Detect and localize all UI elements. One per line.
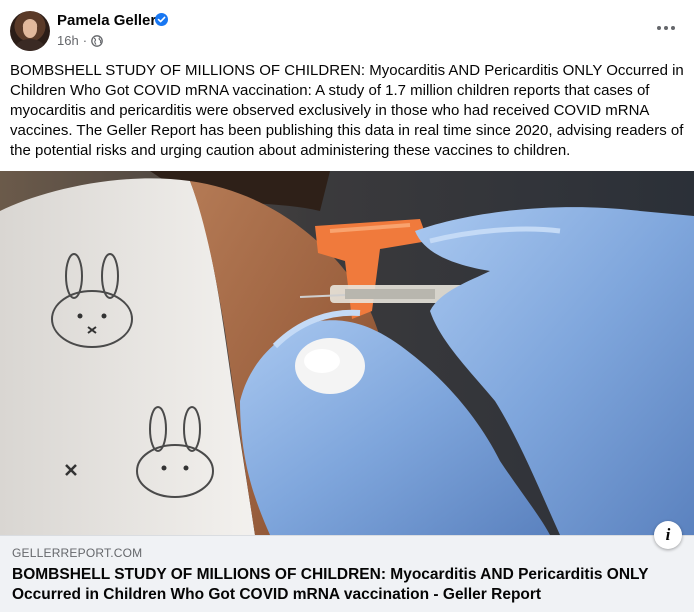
- author-name[interactable]: Pamela Geller: [57, 12, 156, 29]
- meta-separator: ·: [82, 33, 88, 48]
- avatar[interactable]: [10, 11, 50, 51]
- avatar-face: [23, 20, 37, 38]
- link-title[interactable]: BOMBSHELL STUDY OF MILLIONS OF CHILDREN:…: [12, 565, 682, 605]
- avatar-body: [16, 39, 44, 51]
- verified-badge-icon: [155, 13, 168, 26]
- link-domain: GELLERREPORT.COM: [12, 546, 143, 560]
- info-icon[interactable]: i: [654, 521, 682, 549]
- post-meta: 16h ·: [57, 33, 103, 48]
- post-text: BOMBSHELL STUDY OF MILLIONS OF CHILDREN:…: [10, 62, 684, 159]
- post-header: Pamela Geller 16h ·: [0, 0, 694, 56]
- link-preview[interactable]: GELLERREPORT.COM BOMBSHELL STUDY OF MILL…: [0, 535, 694, 612]
- post-image[interactable]: [0, 171, 694, 535]
- globe-icon[interactable]: [91, 34, 103, 47]
- post-time[interactable]: 16h: [57, 33, 79, 48]
- more-options-icon[interactable]: [657, 20, 677, 36]
- info-glyph: i: [665, 525, 671, 544]
- vaccination-photo: [0, 171, 694, 535]
